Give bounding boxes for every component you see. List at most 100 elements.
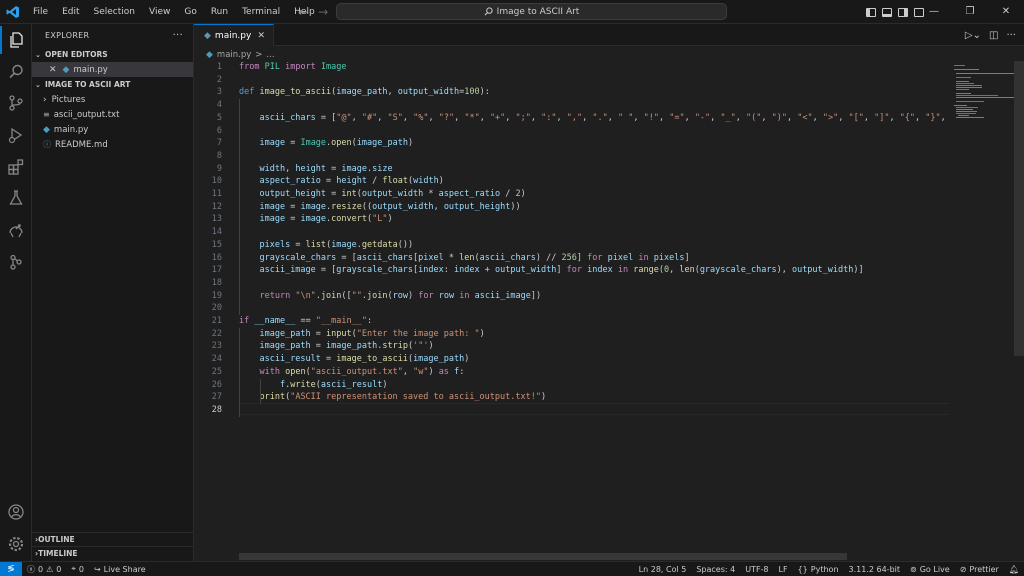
minimap[interactable] (950, 61, 1014, 361)
horizontal-scrollbar[interactable] (239, 553, 847, 560)
breadcrumb-file[interactable]: main.py (217, 50, 251, 60)
code-line[interactable]: 23 image_path = image_path.strip('"') (194, 340, 949, 353)
toggle-panel-icon[interactable] (882, 7, 892, 17)
code-line[interactable]: 20 (194, 302, 949, 315)
close-window-icon[interactable]: ✕ (988, 0, 1024, 24)
code-line[interactable]: 26 f.write(ascii_result) (194, 379, 949, 392)
menu-bar: File Edit Selection View Go Run Terminal… (26, 0, 322, 24)
problems-indicator[interactable]: ⓧ 0 ⚠ 0 (22, 564, 66, 575)
menu-terminal[interactable]: Terminal (235, 0, 287, 24)
encoding[interactable]: UTF-8 (740, 565, 773, 574)
code-line[interactable]: 27 print("ASCII representation saved to … (194, 391, 949, 404)
code-line[interactable]: 6 (194, 125, 949, 138)
code-line[interactable]: 16 grayscale_chars = [ascii_chars[pixel … (194, 252, 949, 265)
code-line[interactable]: 7 image = Image.open(image_path) (194, 137, 949, 150)
code-line[interactable]: 1 from PIL import Image (194, 61, 949, 74)
restore-icon[interactable]: ❐ (952, 0, 988, 24)
forward-arrow-icon[interactable]: → (318, 5, 328, 19)
menu-file[interactable]: File (26, 0, 55, 24)
split-editor-icon[interactable]: ◫ (989, 30, 998, 41)
outline-section[interactable]: › OUTLINE (32, 532, 193, 546)
breadcrumb-symbol[interactable]: ... (266, 50, 274, 60)
code-line[interactable]: 19 return "\n".join(["".join(row) for ro… (194, 290, 949, 303)
menu-selection[interactable]: Selection (87, 0, 142, 24)
timeline-section[interactable]: › TIMELINE (32, 546, 193, 560)
tree-item-readme[interactable]: ⓘ README.md (32, 137, 193, 152)
code-line[interactable]: 2 (194, 74, 949, 87)
code-line[interactable]: 22 image_path = input("Enter the image p… (194, 328, 949, 341)
command-center-search[interactable]: Image to ASCII Art (336, 3, 727, 20)
manage-gear-icon[interactable] (0, 530, 32, 558)
back-arrow-icon[interactable]: ← (298, 5, 308, 19)
remote-explorer-icon[interactable] (0, 216, 32, 244)
code-line[interactable]: 13 image = image.convert("L") (194, 213, 949, 226)
tree-item-pictures[interactable]: › Pictures (32, 92, 193, 107)
prettier-button[interactable]: ⊘ Prettier (955, 565, 1004, 574)
go-live-button[interactable]: ⊚ Go Live (905, 565, 955, 574)
minimize-icon[interactable]: — (916, 0, 952, 24)
language-mode[interactable]: {} Python (793, 565, 844, 574)
menu-run[interactable]: Run (204, 0, 235, 24)
code-line[interactable]: 28 (194, 404, 949, 417)
folder-section[interactable]: ⌄ IMAGE TO ASCII ART (32, 77, 193, 92)
code-line[interactable]: 9 width, height = image.size (194, 163, 949, 176)
run-python-icon[interactable]: ▷⌄ (965, 30, 981, 41)
close-tab-icon[interactable]: ✕ (257, 31, 265, 41)
open-editor-item[interactable]: ✕ ◆ main.py (32, 62, 193, 77)
code-line[interactable]: 14 (194, 226, 949, 239)
code-line[interactable]: 15 pixels = list(image.getdata()) (194, 239, 949, 252)
code-line[interactable]: 21 if __name__ == "__main__": (194, 315, 949, 328)
live-share-button[interactable]: ↪ Live Share (89, 565, 151, 574)
more-actions-icon[interactable]: ··· (173, 30, 183, 41)
menu-view[interactable]: View (142, 0, 177, 24)
code-line[interactable]: 12 image = image.resize((output_width, o… (194, 201, 949, 214)
toggle-primary-sidebar-icon[interactable] (866, 7, 876, 17)
line-number: 27 (211, 392, 222, 403)
source-control-icon[interactable] (0, 89, 32, 117)
status-right: Ln 28, Col 5 Spaces: 4 UTF-8 LF {} Python… (634, 562, 1024, 576)
gitlens-icon[interactable] (0, 248, 32, 276)
code-line[interactable]: 3 def image_to_ascii(image_path, output_w… (194, 86, 949, 99)
end-of-line[interactable]: LF (774, 565, 793, 574)
vertical-scrollbar[interactable] (1014, 61, 1024, 356)
extensions-icon[interactable] (0, 153, 32, 181)
breadcrumb-separator: > (255, 49, 263, 60)
indentation[interactable]: Spaces: 4 (691, 565, 740, 574)
remote-indicator-icon[interactable]: ≶ (0, 561, 22, 576)
code-line[interactable]: 24 ascii_result = image_to_ascii(image_p… (194, 353, 949, 366)
accounts-icon[interactable] (0, 498, 32, 526)
python-interpreter[interactable]: 3.11.2 64-bit (844, 565, 906, 574)
code-text: if __name__ == "__main__": (239, 316, 373, 326)
open-editors-section[interactable]: ⌄ OPEN EDITORS (32, 47, 193, 62)
editor-more-icon[interactable]: ··· (1006, 30, 1016, 41)
tab-main-py[interactable]: ◆ main.py ✕ (194, 24, 274, 46)
minimap-line (956, 93, 971, 94)
code-line[interactable]: 5 ascii_chars = ["@", "#", "S", "%", "?"… (194, 112, 949, 125)
search-view-icon[interactable] (0, 58, 32, 86)
code-line[interactable]: 18 (194, 277, 949, 290)
run-debug-icon[interactable] (0, 121, 32, 149)
code-editor[interactable]: 1 from PIL import Image 2 3 def image_to_asc… (194, 61, 949, 551)
menu-go[interactable]: Go (177, 0, 203, 24)
toggle-secondary-sidebar-icon[interactable] (898, 7, 908, 17)
code-line[interactable]: 17 ascii_image = [grayscale_chars[index:… (194, 264, 949, 277)
code-line[interactable]: 4 (194, 99, 949, 112)
code-text: ascii_image = [grayscale_chars[index: in… (259, 265, 864, 276)
code-line[interactable]: 11 output_height = int(output_width * as… (194, 188, 949, 201)
vscode-logo-icon (0, 0, 26, 24)
code-line[interactable]: 10 aspect_ratio = height / float(width) (194, 175, 949, 188)
explorer-icon[interactable] (0, 26, 32, 54)
cursor-position[interactable]: Ln 28, Col 5 (634, 565, 692, 574)
notifications-bell-icon[interactable]: 🔔︎ (1004, 565, 1024, 574)
tree-item-main-py[interactable]: ◆ main.py (32, 122, 193, 137)
testing-icon[interactable] (0, 184, 32, 212)
menu-edit[interactable]: Edit (55, 0, 86, 24)
line-number: 9 (216, 163, 222, 174)
close-editor-icon[interactable]: ✕ (49, 65, 57, 75)
ports-indicator[interactable]: ⌖ 0 (66, 564, 89, 574)
line-number: 7 (216, 138, 222, 149)
code-line[interactable]: 25 with open("ascii_output.txt", "w") as… (194, 366, 949, 379)
code-line[interactable]: 8 (194, 150, 949, 163)
minimap-line (956, 111, 977, 112)
tree-item-ascii-output[interactable]: ≡ ascii_output.txt (32, 107, 193, 122)
